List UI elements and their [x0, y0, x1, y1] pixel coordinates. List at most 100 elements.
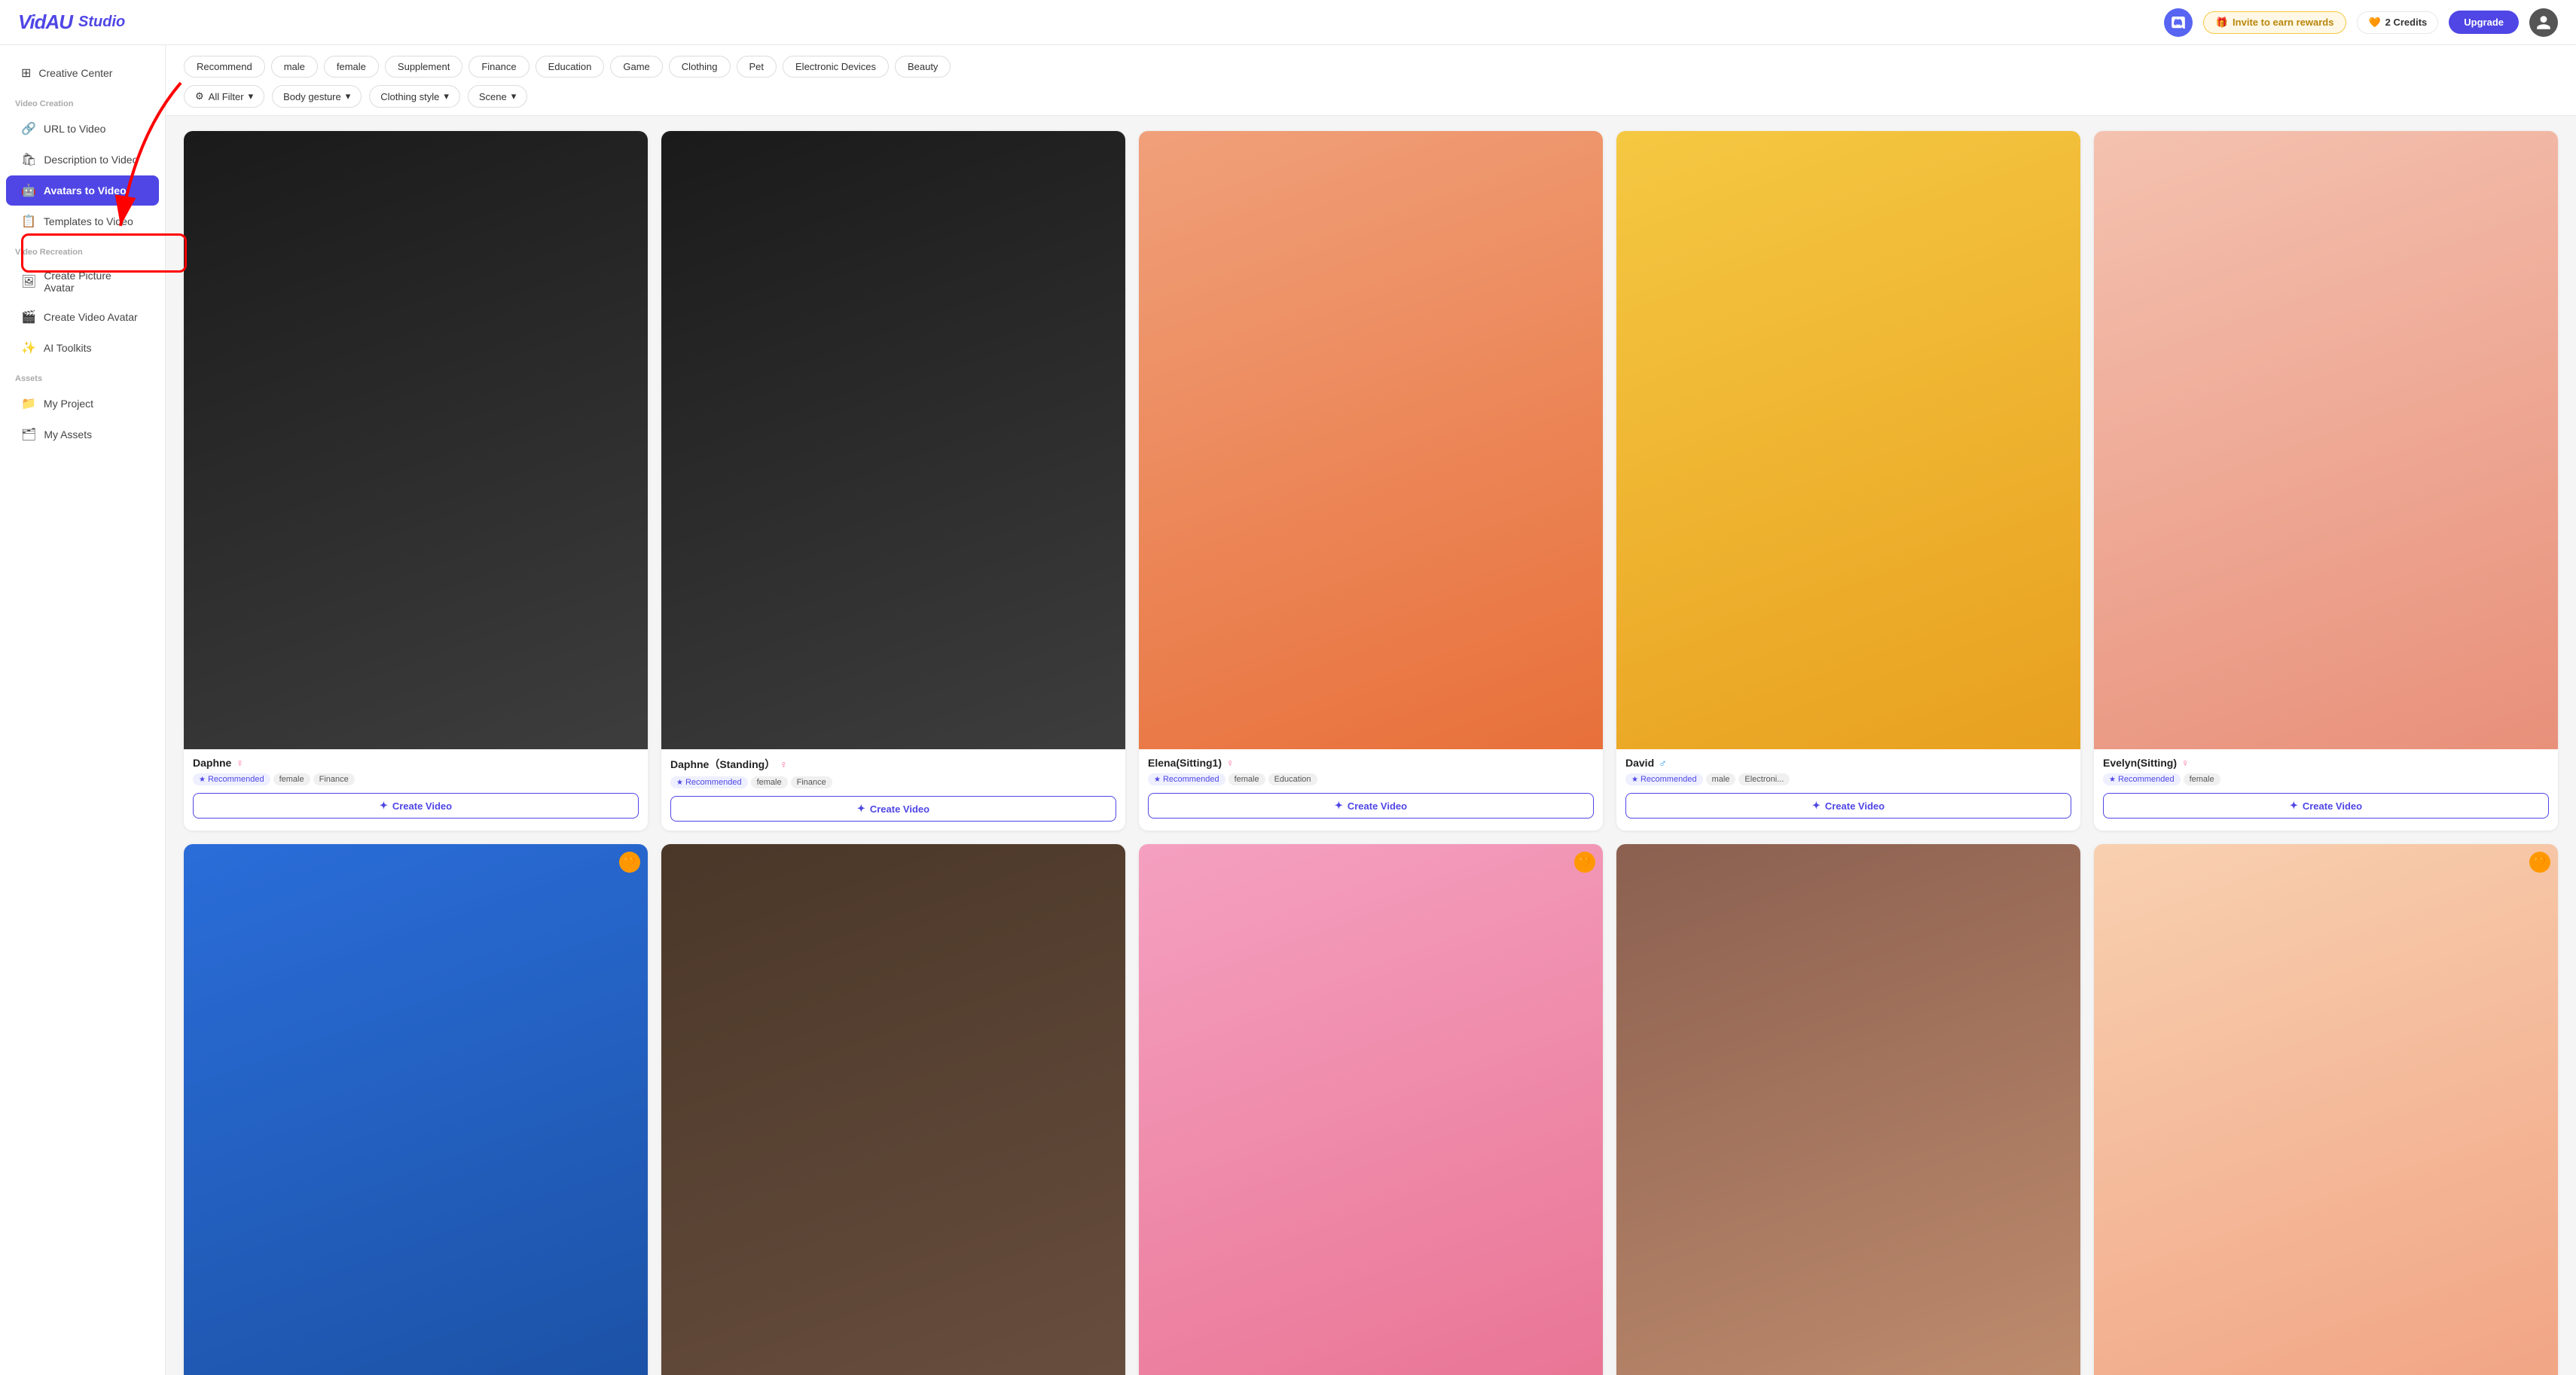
content-area: Recommend male female Supplement Finance Educ…	[166, 45, 2576, 1375]
sidebar-item-ai-toolkits[interactable]: ✨AI Toolkits	[6, 333, 159, 363]
avatar-thumbnail-luna-standing: 🧡	[1139, 844, 1603, 1375]
avatar-card-david: David ♂ ★ RecommendedmaleElectroni... ✦ …	[1616, 131, 2080, 831]
avatar-name-evelyn-sitting: Evelyn(Sitting) ♀	[2103, 757, 2549, 769]
card-tags-evelyn-sitting: ★ Recommendedfemale	[2103, 773, 2549, 785]
create-video-button-daphne-standing[interactable]: ✦ Create Video	[670, 796, 1116, 822]
avatar-thumbnail-isabella-sitting: 🧡	[184, 844, 648, 1375]
avatar-card-emma: Emma ♀ ★ Recommendedfemale ✦ Create Vide…	[661, 844, 1125, 1375]
category-tag-female[interactable]: female	[324, 56, 379, 78]
sidebar-item-creative-center[interactable]: ⊞ Creative Center	[6, 58, 159, 88]
card-body: Elena(Sitting1) ♀ ★ RecommendedfemaleEdu…	[1139, 749, 1603, 828]
category-tag-electronic-devices[interactable]: Electronic Devices	[783, 56, 889, 78]
create-video-button-daphne[interactable]: ✦ Create Video	[193, 793, 639, 819]
card-tag: Finance	[791, 776, 832, 788]
invite-button[interactable]: 🎁 Invite to earn rewards	[2203, 11, 2347, 34]
ai-toolkits-icon: ✨	[21, 340, 36, 355]
create-icon: ✦	[380, 800, 388, 812]
create-picture-avatar-icon: 🖼	[21, 274, 36, 289]
gender-icon: ♂	[1659, 757, 1667, 769]
filter-dropdown-0[interactable]: ⚙All Filter▾	[184, 85, 264, 108]
avatar-card-daphne: Daphne ♀ ★ RecommendedfemaleFinance ✦ Cr…	[184, 131, 648, 831]
card-tag: male	[1706, 773, 1736, 785]
filter-dropdown-2[interactable]: Clothing style▾	[369, 85, 460, 108]
chevron-down-icon: ▾	[511, 90, 517, 102]
filter-dropdown-1[interactable]: Body gesture▾	[272, 85, 362, 108]
my-project-icon: 📁	[21, 396, 36, 411]
create-video-avatar-icon: 🎬	[21, 309, 36, 325]
chevron-down-icon: ▾	[346, 90, 351, 102]
favorite-badge: 🧡	[1574, 852, 1595, 873]
card-body: Daphne ♀ ★ RecommendedfemaleFinance ✦ Cr…	[184, 749, 648, 828]
sidebar-item-create-video-avatar[interactable]: 🎬 Create Video Avatar	[6, 302, 159, 332]
credits-label: 2 Credits	[2385, 17, 2428, 28]
favorite-badge: 🧡	[2529, 852, 2550, 873]
create-label: Create Video	[1825, 800, 1885, 812]
filter-label: Clothing style	[380, 91, 439, 102]
filter-icon: ⚙	[195, 90, 204, 102]
category-tag-recommend[interactable]: Recommend	[184, 56, 265, 78]
sidebar-item-create-picture-avatar[interactable]: 🖼Create Picture Avatar	[6, 262, 159, 301]
create-video-button-evelyn-sitting[interactable]: ✦ Create Video	[2103, 793, 2549, 819]
tag-recommended: ★ Recommended	[193, 773, 270, 785]
avatar-grid: Daphne ♀ ★ RecommendedfemaleFinance ✦ Cr…	[166, 116, 2576, 1375]
star-icon: ★	[2109, 776, 2116, 784]
card-tag: female	[751, 776, 788, 788]
card-tag: female	[273, 773, 310, 785]
my-project-label: My Project	[44, 398, 93, 410]
description-to-video-label: Description to Video	[44, 154, 138, 166]
card-tags-elena-sitting1: ★ RecommendedfemaleEducation	[1148, 773, 1594, 785]
create-video-button-elena-sitting1[interactable]: ✦ Create Video	[1148, 793, 1594, 819]
filter-dropdown-3[interactable]: Scene▾	[468, 85, 527, 108]
sidebar-item-my-assets[interactable]: 🗂My Assets	[6, 419, 159, 450]
my-assets-label: My Assets	[44, 428, 92, 441]
user-avatar[interactable]	[2529, 8, 2558, 37]
category-tag-finance[interactable]: Finance	[469, 56, 529, 78]
tag-recommended: ★ Recommended	[1625, 773, 1703, 785]
create-video-avatar-label: Create Video Avatar	[44, 311, 138, 323]
sidebar-item-avatars-to-video[interactable]: 🤖Avatars to Video	[6, 175, 159, 206]
card-tag: Education	[1268, 773, 1317, 785]
gender-icon: ♀	[780, 758, 788, 770]
invite-icon: 🎁	[2216, 17, 2228, 29]
templates-to-video-icon: 📋	[21, 214, 36, 229]
avatars-to-video-icon: 🤖	[21, 183, 36, 198]
avatar-card-isabella-sitting: 🧡 Isabella(Sitting) ♀ ★ Recommendedfemal…	[184, 844, 648, 1375]
sidebar-label-creative-center: Creative Center	[38, 67, 112, 79]
sidebar-section-label: Video Recreation	[0, 237, 165, 261]
url-to-video-icon: 🔗	[21, 121, 36, 136]
templates-to-video-label: Templates to Video	[44, 215, 133, 227]
card-tag: Electroni...	[1738, 773, 1790, 785]
category-tag-beauty[interactable]: Beauty	[895, 56, 951, 78]
create-video-button-david[interactable]: ✦ Create Video	[1625, 793, 2071, 819]
sidebar-section-label: Assets	[0, 364, 165, 388]
star-icon: ★	[676, 779, 683, 787]
card-tag: female	[2184, 773, 2220, 785]
avatar-card-daphne-standing: Daphne（Standing） ♀ ★ RecommendedfemaleFi…	[661, 131, 1125, 831]
card-tag: Finance	[313, 773, 355, 785]
filter-bar: Recommend male female Supplement Finance Educ…	[166, 45, 2576, 116]
category-tag-game[interactable]: Game	[610, 56, 662, 78]
card-tags-daphne-standing: ★ RecommendedfemaleFinance	[670, 776, 1116, 788]
category-tag-clothing[interactable]: Clothing	[669, 56, 731, 78]
main-layout: ⊞ Creative Center Video Creation🔗URL to …	[0, 45, 2576, 1375]
upgrade-button[interactable]: Upgrade	[2449, 11, 2519, 34]
sidebar-item-url-to-video[interactable]: 🔗 URL to Video	[6, 114, 159, 144]
sidebar-item-templates-to-video[interactable]: 📋 Templates to Video	[6, 206, 159, 236]
create-label: Create Video	[870, 803, 929, 815]
chevron-down-icon: ▾	[249, 90, 254, 102]
sidebar-item-description-to-video[interactable]: 🛍Description to Video	[6, 145, 159, 175]
category-tag-education[interactable]: Education	[536, 56, 605, 78]
sidebar-item-my-project[interactable]: 📁 My Project	[6, 389, 159, 419]
category-tag-pet[interactable]: Pet	[737, 56, 777, 78]
credits-button[interactable]: 🧡 2 Credits	[2357, 11, 2438, 34]
create-icon: ✦	[1812, 800, 1821, 812]
avatar-thumbnail-evelyn-sitting	[2094, 131, 2558, 749]
favorite-badge: 🧡	[619, 852, 640, 873]
create-label: Create Video	[2303, 800, 2362, 812]
discord-button[interactable]	[2164, 8, 2193, 37]
url-to-video-label: URL to Video	[44, 123, 106, 135]
create-icon: ✦	[857, 803, 865, 815]
star-icon: ★	[1154, 776, 1161, 784]
category-tag-supplement[interactable]: Supplement	[385, 56, 462, 78]
category-tag-male[interactable]: male	[271, 56, 318, 78]
